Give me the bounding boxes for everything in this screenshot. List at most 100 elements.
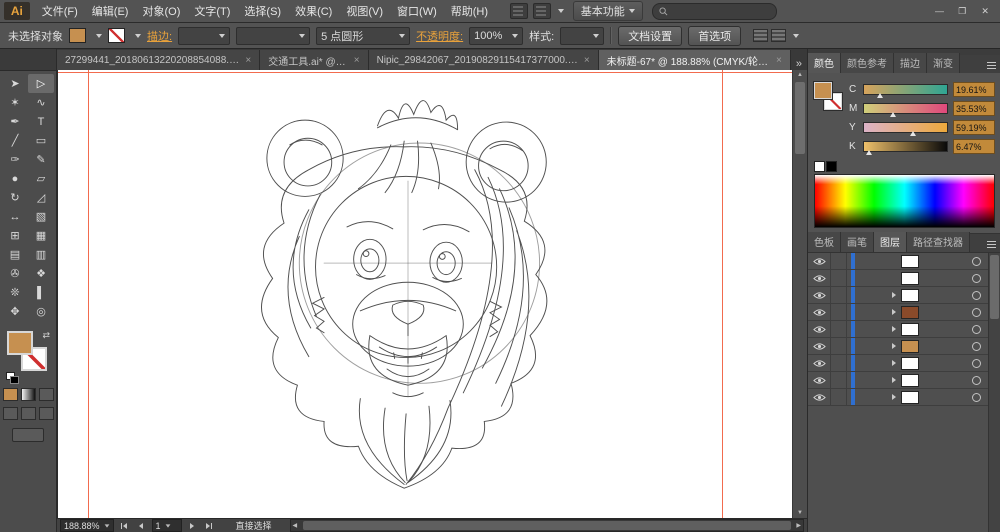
close-button[interactable]: ✕: [974, 3, 996, 19]
layer-row[interactable]: [808, 304, 989, 321]
layer-row[interactable]: [808, 321, 989, 338]
expand-arrow-icon[interactable]: [887, 377, 901, 383]
layer-row[interactable]: [808, 355, 989, 372]
expand-arrow-icon[interactable]: [887, 292, 901, 298]
bridge-icon[interactable]: [510, 3, 528, 19]
visibility-eye-icon[interactable]: [808, 372, 831, 388]
channel-value-field[interactable]: 19.61%: [953, 82, 995, 97]
slider-thumb-icon[interactable]: [910, 131, 916, 136]
channel-value-field[interactable]: 35.53%: [953, 101, 995, 116]
lock-toggle-cell[interactable]: [831, 338, 847, 354]
white-swatch[interactable]: [814, 161, 825, 172]
lock-toggle-cell[interactable]: [831, 372, 847, 388]
blob-brush-tool[interactable]: ●: [2, 169, 28, 188]
menu-item[interactable]: 效果(C): [288, 1, 339, 21]
opacity-link[interactable]: 不透明度:: [416, 28, 463, 44]
style-dropdown[interactable]: [560, 27, 604, 45]
layers-tab-0[interactable]: 色板: [808, 232, 841, 252]
layers-tab-2[interactable]: 图层: [874, 232, 907, 252]
menu-item[interactable]: 帮助(H): [444, 1, 495, 21]
stroke-weight-dropdown[interactable]: [178, 27, 230, 45]
visibility-eye-icon[interactable]: [808, 287, 831, 303]
gradient-tool[interactable]: ▥: [28, 245, 54, 264]
target-circle-icon[interactable]: [972, 291, 981, 300]
channel-slider[interactable]: [863, 122, 948, 133]
channel-slider[interactable]: [863, 103, 948, 114]
lock-toggle-cell[interactable]: [831, 304, 847, 320]
expand-arrow-icon[interactable]: [887, 343, 901, 349]
scale-tool[interactable]: ◿: [28, 188, 54, 207]
layer-thumbnail[interactable]: [901, 323, 919, 336]
layer-thumbnail[interactable]: [901, 289, 919, 302]
draw-behind-button[interactable]: [21, 407, 36, 420]
selection-tool[interactable]: ➤: [2, 74, 28, 93]
lion-drawing[interactable]: [208, 82, 608, 492]
stroke-link[interactable]: 描边:: [147, 28, 172, 44]
layer-row[interactable]: [808, 338, 989, 355]
color-tab-1[interactable]: 颜色参考: [841, 53, 894, 73]
eraser-tool[interactable]: ▱: [28, 169, 54, 188]
brush-definition-dropdown[interactable]: 5 点圆形: [316, 27, 410, 45]
document-tab[interactable]: Nipic_29842067_20190829115417377000.ai*×: [369, 50, 599, 70]
scroll-up-icon[interactable]: ▲: [793, 70, 807, 80]
draw-normal-button[interactable]: [3, 407, 18, 420]
menu-item[interactable]: 对象(O): [135, 1, 187, 21]
rotate-tool[interactable]: ↻: [2, 188, 28, 207]
color-tab-0[interactable]: 颜色: [808, 53, 841, 73]
rectangle-tool[interactable]: ▭: [28, 131, 54, 150]
gradient-mode-button[interactable]: [21, 388, 36, 401]
opacity-field[interactable]: 100%: [469, 27, 523, 45]
scroll-left-icon[interactable]: ◀: [293, 522, 298, 529]
pencil-tool[interactable]: ✎: [28, 150, 54, 169]
expand-arrow-icon[interactable]: [887, 360, 901, 366]
layer-row[interactable]: [808, 372, 989, 389]
mesh-tool[interactable]: ▤: [2, 245, 28, 264]
layer-thumbnail[interactable]: [901, 340, 919, 353]
target-circle-icon[interactable]: [972, 393, 981, 402]
column-graph-tool[interactable]: ▌: [28, 283, 54, 302]
layer-row[interactable]: [808, 287, 989, 304]
symbol-sprayer-tool[interactable]: ❊: [2, 283, 28, 302]
horizontal-guide[interactable]: [58, 72, 793, 73]
black-swatch[interactable]: [826, 161, 837, 172]
lock-toggle-cell[interactable]: [831, 253, 847, 269]
menu-item[interactable]: 文件(F): [35, 1, 85, 21]
target-circle-icon[interactable]: [972, 342, 981, 351]
menu-item[interactable]: 视图(V): [339, 1, 390, 21]
menu-item[interactable]: 窗口(W): [390, 1, 444, 21]
tab-close-icon[interactable]: ×: [354, 55, 360, 66]
variable-width-dropdown[interactable]: [236, 27, 310, 45]
lock-toggle-cell[interactable]: [831, 321, 847, 337]
lock-toggle-cell[interactable]: [831, 389, 847, 405]
layer-thumbnail[interactable]: [901, 374, 919, 387]
layer-row[interactable]: [808, 253, 989, 270]
default-fill-stroke-icon[interactable]: [6, 372, 18, 382]
zoom-field[interactable]: 188.88%: [60, 519, 114, 532]
layer-row[interactable]: [808, 389, 989, 406]
visibility-eye-icon[interactable]: [808, 355, 831, 371]
last-artboard-button[interactable]: [203, 520, 216, 531]
lock-toggle-cell[interactable]: [831, 287, 847, 303]
chevron-down-icon[interactable]: [793, 34, 799, 38]
search-input[interactable]: [652, 3, 777, 20]
layers-scrollbar[interactable]: [988, 253, 1000, 532]
artboard-canvas[interactable]: ▲ ▼: [57, 70, 807, 518]
tools-panel-header[interactable]: [0, 49, 56, 71]
layers-tab-3[interactable]: 路径查找器: [907, 232, 970, 252]
menu-item[interactable]: 文字(T): [187, 1, 237, 21]
dock-expand-chevron-icon[interactable]: »: [791, 58, 807, 70]
target-circle-icon[interactable]: [972, 257, 981, 266]
scrollbar-thumb[interactable]: [795, 82, 805, 154]
workspace-switcher[interactable]: 基本功能: [573, 1, 643, 21]
visibility-eye-icon[interactable]: [808, 389, 831, 405]
document-tab[interactable]: 交通工具.ai* @ …×: [260, 50, 368, 70]
preferences-button[interactable]: 首选项: [688, 26, 741, 46]
artboard-field[interactable]: 1: [152, 519, 182, 532]
layer-row[interactable]: [808, 270, 989, 287]
restore-button[interactable]: ❐: [951, 3, 973, 19]
menu-item[interactable]: 选择(S): [237, 1, 288, 21]
right-guide[interactable]: [722, 70, 723, 518]
panel-menu-icon[interactable]: [987, 62, 996, 69]
document-tab[interactable]: 27299441_20180613220208854088.ai*×: [57, 50, 260, 70]
align-icon[interactable]: [753, 29, 768, 42]
